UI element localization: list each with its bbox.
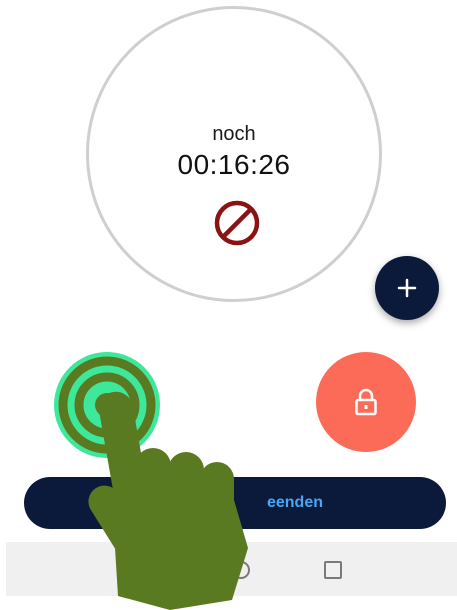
add-button[interactable] [375,256,439,320]
cancel-icon[interactable] [212,198,262,248]
lock-button[interactable] [316,352,416,452]
timer-countdown: 00:16:26 [177,149,291,180]
system-nav-bar [6,542,457,596]
lock-icon [355,388,377,416]
timer-label: noch [212,123,256,145]
timer-circle: noch 00:16:26 [86,6,382,302]
square-icon[interactable] [324,561,342,579]
end-button[interactable]: eenden [24,477,446,529]
plus-icon [397,278,417,298]
unlock-button[interactable] [54,352,160,458]
circle-icon[interactable] [232,561,250,579]
end-button-label: eenden [266,494,323,511]
